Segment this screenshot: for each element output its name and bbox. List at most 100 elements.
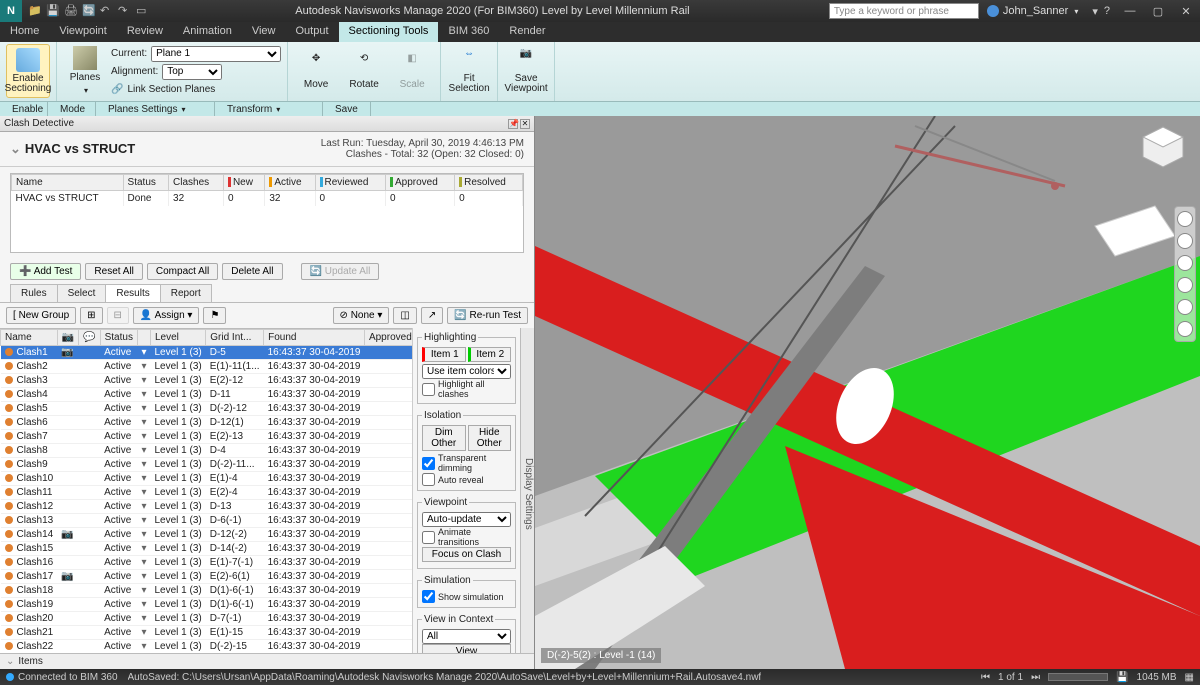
clash-row[interactable]: Clash11Active▾Level 1 (3)E(2)-416:43:37 … xyxy=(1,486,413,500)
clash-row[interactable]: Clash20Active▾Level 1 (3)D-7(-1)16:43:37… xyxy=(1,612,413,626)
refresh-icon[interactable]: 🔄 xyxy=(82,4,96,18)
focus-on-clash-button[interactable]: Focus on Clash xyxy=(422,547,511,562)
maximize-button[interactable]: ▢ xyxy=(1144,0,1172,22)
app-logo[interactable]: N xyxy=(0,0,22,22)
tests-table[interactable]: NameStatusClashesNewActiveReviewedApprov… xyxy=(10,173,524,253)
compact-all-button[interactable]: Compact All xyxy=(147,263,218,280)
tab-sectioning-tools[interactable]: Sectioning Tools xyxy=(339,22,439,42)
ribbon-group-enable[interactable]: Enable xyxy=(0,102,48,116)
explode-icon-button[interactable]: ⊟ xyxy=(107,307,129,324)
clash-row[interactable]: Clash13Active▾Level 1 (3)D-6(-1)16:43:37… xyxy=(1,514,413,528)
tab-viewpoint[interactable]: Viewpoint xyxy=(49,22,117,42)
panel-close-icon[interactable]: ✕ xyxy=(520,119,530,129)
show-simulation-checkbox[interactable] xyxy=(422,590,435,603)
clash-row[interactable]: Clash22Active▾Level 1 (3)D(-2)-1516:43:3… xyxy=(1,640,413,654)
auto-reveal-checkbox[interactable] xyxy=(422,473,435,486)
assign-button[interactable]: 👤 Assign ▾ xyxy=(133,307,200,324)
clash-row[interactable]: Clash21Active▾Level 1 (3)E(1)-1516:43:37… xyxy=(1,626,413,640)
update-all-button[interactable]: 🔄 Update All xyxy=(301,263,380,280)
view-context-button[interactable]: View xyxy=(422,644,511,653)
minimize-button[interactable]: — xyxy=(1116,0,1144,22)
filter-icon-button[interactable]: ⚑ xyxy=(203,307,226,324)
pan-icon[interactable] xyxy=(1177,233,1193,249)
clash-row[interactable]: Clash19Active▾Level 1 (3)D(1)-6(-1)16:43… xyxy=(1,598,413,612)
orbit-icon[interactable] xyxy=(1177,277,1193,293)
subtab-results[interactable]: Results xyxy=(105,284,160,302)
redo-icon[interactable]: ↷ xyxy=(118,4,132,18)
group-icon-button[interactable]: ⊞ xyxy=(80,307,102,324)
view-cube[interactable] xyxy=(1138,122,1188,172)
save-viewpoint-button[interactable]: 📷Save Viewpoint xyxy=(504,44,548,98)
clash-row[interactable]: Clash14📷Active▾Level 1 (3)D-12(-2)16:43:… xyxy=(1,528,413,542)
subtab-report[interactable]: Report xyxy=(160,284,212,302)
clash-row[interactable]: Clash16Active▾Level 1 (3)E(1)-7(-1)16:43… xyxy=(1,556,413,570)
save-icon[interactable]: 💾 xyxy=(46,4,60,18)
first-page-icon[interactable]: ⏮ xyxy=(981,672,990,683)
alignment-select[interactable]: Top xyxy=(162,64,222,80)
ribbon-group-transform[interactable]: Transform ▾ xyxy=(215,102,323,116)
clash-row[interactable]: Clash4Active▾Level 1 (3)D-1116:43:37 30-… xyxy=(1,388,413,402)
help-icon[interactable]: ? xyxy=(1104,5,1110,18)
tab-view[interactable]: View xyxy=(242,22,286,42)
hide-other-button[interactable]: Hide Other xyxy=(468,425,512,451)
highlight-all-checkbox[interactable] xyxy=(422,383,435,396)
bim360-status[interactable]: Connected to BIM 360 xyxy=(6,672,118,683)
none-filter-button[interactable]: ⊘ None ▾ xyxy=(333,307,390,324)
link-section-planes[interactable]: 🔗Link Section Planes xyxy=(111,82,281,98)
last-page-icon[interactable]: ⏭ xyxy=(1031,672,1040,683)
item2-button[interactable]: Item 2 xyxy=(468,347,512,362)
clash-row[interactable]: Clash12Active▾Level 1 (3)D-1316:43:37 30… xyxy=(1,500,413,514)
item1-button[interactable]: Item 1 xyxy=(422,347,466,362)
clash-row[interactable]: Clash18Active▾Level 1 (3)D(1)-6(-1)16:43… xyxy=(1,584,413,598)
clash-row[interactable]: Clash1📷Active▾Level 1 (3)D-516:43:37 30-… xyxy=(1,346,413,360)
clash-row[interactable]: Clash15Active▾Level 1 (3)D-14(-2)16:43:3… xyxy=(1,542,413,556)
clash-row[interactable]: Clash17📷Active▾Level 1 (3)E(2)-6(1)16:43… xyxy=(1,570,413,584)
close-button[interactable]: ✕ xyxy=(1172,0,1200,22)
ribbon-group-save[interactable]: Save xyxy=(323,102,371,116)
planes-button[interactable]: Planes xyxy=(63,44,107,98)
subtab-select[interactable]: Select xyxy=(57,284,107,302)
tab-home[interactable]: Home xyxy=(0,22,49,42)
enable-sectioning-button[interactable]: Enable Sectioning xyxy=(6,44,50,98)
display-settings-tab[interactable]: Display Settings xyxy=(520,328,534,653)
open-icon[interactable]: 📁 xyxy=(28,4,42,18)
clash-row[interactable]: Clash3Active▾Level 1 (3)E(2)-1216:43:37 … xyxy=(1,374,413,388)
ribbon-toggle-icon[interactable]: ▾ xyxy=(1092,5,1098,18)
tab-animation[interactable]: Animation xyxy=(173,22,242,42)
subtab-rules[interactable]: Rules xyxy=(10,284,58,302)
reset-all-button[interactable]: Reset All xyxy=(85,263,142,280)
tab-bim-360[interactable]: BIM 360 xyxy=(438,22,499,42)
walk-icon[interactable] xyxy=(1177,321,1193,337)
ribbon-group-mode[interactable]: Mode xyxy=(48,102,96,116)
pin-icon[interactable]: 📌 xyxy=(508,119,518,129)
highlight-mode-select[interactable]: Use item colors xyxy=(422,364,511,379)
tab-review[interactable]: Review xyxy=(117,22,173,42)
clash-row[interactable]: Clash5Active▾Level 1 (3)D(-2)-1216:43:37… xyxy=(1,402,413,416)
tab-render[interactable]: Render xyxy=(499,22,555,42)
export-icon-button[interactable]: ↗ xyxy=(421,307,443,324)
select-icon[interactable]: ▭ xyxy=(136,4,150,18)
clash-row[interactable]: Clash6Active▾Level 1 (3)D-12(1)16:43:37 … xyxy=(1,416,413,430)
clash-row[interactable]: Clash8Active▾Level 1 (3)D-416:43:37 30-0… xyxy=(1,444,413,458)
fit-selection-button[interactable]: ⇔Fit Selection xyxy=(447,44,491,98)
look-icon[interactable] xyxy=(1177,299,1193,315)
dim-other-button[interactable]: Dim Other xyxy=(422,425,466,451)
clash-row[interactable]: Clash2Active▾Level 1 (3)E(1)-11(1...16:4… xyxy=(1,360,413,374)
tab-output[interactable]: Output xyxy=(286,22,339,42)
3d-viewport[interactable]: D(-2)-5(2) : Level -1 (14) xyxy=(535,116,1200,669)
grid-icon[interactable]: ▦ xyxy=(1185,672,1194,683)
print-icon[interactable]: 🖨 xyxy=(64,4,78,18)
zoom-icon[interactable] xyxy=(1177,255,1193,271)
clash-results-grid[interactable]: Name📷💬StatusLevelGrid Int...FoundApprove… xyxy=(0,328,412,653)
new-group-button[interactable]: [ New Group xyxy=(6,307,76,324)
rotate-button[interactable]: ⟲Rotate xyxy=(342,44,386,98)
isolate-icon-button[interactable]: ◫ xyxy=(393,307,416,324)
clash-row[interactable]: Clash7Active▾Level 1 (3)E(2)-1316:43:37 … xyxy=(1,430,413,444)
items-bar[interactable]: ⌄Items xyxy=(0,653,534,669)
move-button[interactable]: ✥Move xyxy=(294,44,338,98)
viewpoint-mode-select[interactable]: Auto-update xyxy=(422,512,511,527)
undo-icon[interactable]: ↶ xyxy=(100,4,114,18)
steering-wheel-icon[interactable] xyxy=(1177,211,1193,227)
user-menu[interactable]: John_Sanner xyxy=(979,5,1086,17)
ribbon-group-planes-settings[interactable]: Planes Settings ▾ xyxy=(96,102,215,116)
